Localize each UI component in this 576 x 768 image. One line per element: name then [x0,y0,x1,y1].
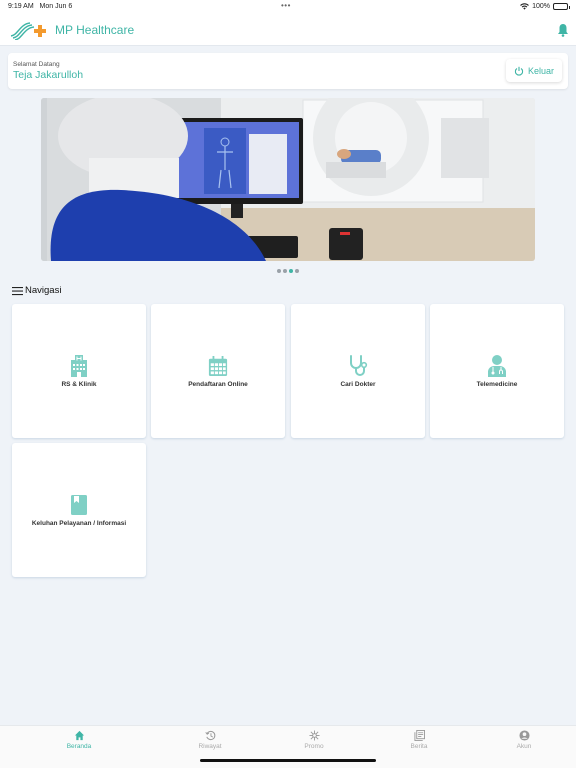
nav-card-cari-dokter[interactable]: Cari Dokter [291,304,425,438]
battery-icon [553,3,570,10]
menu-icon [12,286,23,295]
tab-label: Promo [304,743,324,750]
nav-card-telemedicine[interactable]: Telemedicine [430,304,564,438]
welcome-card: Selamat Datang Teja Jakarulloh Keluar [8,53,568,89]
bell-icon[interactable] [557,23,569,37]
carousel-dot[interactable] [277,269,281,273]
app-title: MP Healthcare [55,23,135,37]
promo-banner[interactable] [41,98,535,261]
user-name: Teja Jakarulloh [13,69,84,81]
news-icon [413,730,425,741]
doctor-icon [488,354,506,377]
banner-image [41,98,535,261]
logout-button[interactable]: Keluar [506,59,562,82]
status-right: 100% [520,3,570,10]
carousel-dot[interactable] [295,269,299,273]
multitasking-dots-icon[interactable]: ••• [281,1,291,10]
carousel-indicator[interactable] [0,269,576,273]
tab-beranda[interactable]: Beranda [49,730,109,750]
tab-berita[interactable]: Berita [389,730,449,750]
nav-card-keluhan-pelayanan[interactable]: Keluhan Pelayanan / Informasi [12,443,146,577]
section-title-label: Navigasi [25,285,62,296]
wifi-icon [520,3,529,10]
carousel-dot-active[interactable] [289,269,293,273]
power-icon [514,66,524,76]
navigation-section-title: Navigasi [12,285,61,296]
logout-label: Keluar [527,65,554,76]
tab-label: Riwayat [198,743,222,750]
promo-icon [308,730,320,741]
nav-card-pendaftaran-online[interactable]: Pendaftaran Online [151,304,285,438]
app-header: MP Healthcare [0,14,576,46]
tab-label: Beranda [66,743,92,750]
mp-healthcare-logo-icon [10,22,46,40]
hospital-icon [71,354,87,377]
book-icon [71,494,87,515]
tab-promo[interactable]: Promo [284,730,344,750]
tab-riwayat[interactable]: Riwayat [180,730,240,750]
status-time: 9:19 AM Mon Jun 6 [8,3,73,10]
nav-card-label: Cari Dokter [340,380,376,388]
greeting-label: Selamat Datang [13,61,60,68]
account-icon [518,730,530,741]
stethoscope-icon [350,354,368,376]
nav-card-label: Pendaftaran Online [188,380,248,388]
nav-card-label: Telemedicine [476,380,518,388]
carousel-dot[interactable] [283,269,287,273]
nav-card-rs-klinik[interactable]: RS & Klinik [12,304,146,438]
status-bar: 9:19 AM Mon Jun 6 ••• 100% [0,0,576,14]
nav-card-label: Keluhan Pelayanan / Informasi [31,519,127,527]
history-icon [204,730,215,741]
battery-percent: 100% [532,3,550,10]
tab-akun[interactable]: Akun [494,730,554,750]
calendar-icon [208,355,228,376]
home-indicator[interactable] [200,759,376,762]
home-icon [74,730,84,741]
nav-card-label: RS & Klinik [61,380,97,388]
tab-label: Berita [410,743,428,750]
tab-label: Akun [516,743,532,750]
